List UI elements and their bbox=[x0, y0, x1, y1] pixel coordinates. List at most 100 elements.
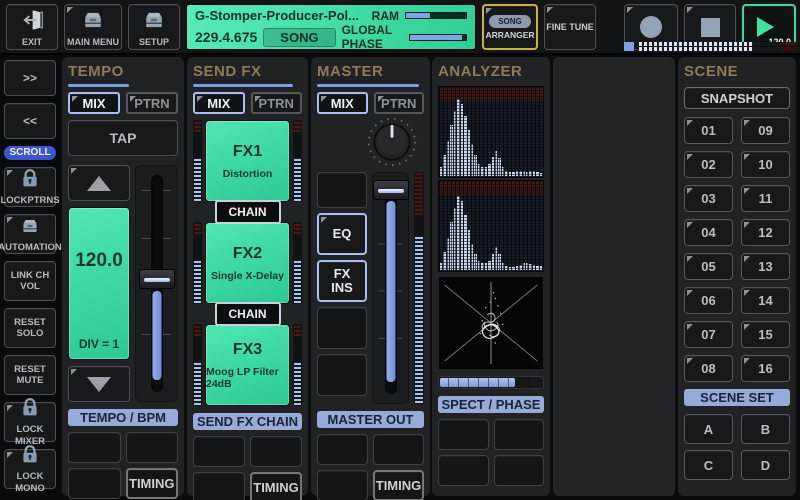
sendfx-timing-button[interactable]: TIMING bbox=[250, 472, 302, 500]
scene-button-14[interactable]: 14 bbox=[741, 287, 790, 314]
master-empty-slot[interactable] bbox=[317, 172, 367, 208]
song-progress-bar bbox=[624, 42, 796, 51]
fx-pad-fx2[interactable]: FX2Single X-Delay bbox=[205, 222, 290, 304]
fx-pad-fx3[interactable]: FX3Moog LP Filter 24dB bbox=[205, 324, 290, 406]
scene-button-13[interactable]: 13 bbox=[741, 253, 790, 280]
exit-button[interactable]: EXIT bbox=[6, 4, 58, 50]
stop-icon bbox=[701, 18, 720, 37]
scene-button-16[interactable]: 16 bbox=[741, 355, 790, 382]
scene-button-01[interactable]: 01 bbox=[684, 117, 733, 144]
ram-label: RAM bbox=[372, 9, 399, 23]
master-empty-slot[interactable] bbox=[317, 307, 367, 349]
sidebar-item-label: LOCK MONO bbox=[7, 471, 53, 494]
scene-button-07[interactable]: 07 bbox=[684, 321, 733, 348]
scene-set-button-d[interactable]: D bbox=[741, 450, 790, 480]
sidebar-item-lock-mono[interactable]: LOCK MONO bbox=[4, 449, 56, 489]
scene-button-15[interactable]: 15 bbox=[741, 321, 790, 348]
master-empty-slot[interactable] bbox=[317, 434, 368, 465]
scene-button-06[interactable]: 06 bbox=[684, 287, 733, 314]
master-tab-mix[interactable]: MIX bbox=[317, 92, 368, 114]
top-toolbar: EXIT MAIN MENU SETUP G-Stomper-Producer-… bbox=[0, 0, 800, 55]
setup-button[interactable]: SETUP bbox=[128, 4, 180, 50]
sidebar-item-lock-patterns[interactable]: LOCKPTRNS bbox=[4, 167, 56, 207]
sidebar-item-scroll-mode[interactable]: SCROLL bbox=[4, 146, 56, 160]
master-empty-slot[interactable] bbox=[317, 354, 367, 396]
master-timing-button[interactable]: TIMING bbox=[373, 470, 424, 500]
sidebar-item-reset-solo[interactable]: RESET SOLO bbox=[4, 308, 56, 348]
master-tab-ptrn[interactable]: PTRN bbox=[374, 92, 425, 114]
sendfx-title: SEND FX bbox=[193, 61, 302, 84]
master-empty-slot[interactable] bbox=[373, 434, 424, 465]
scene-set-button-c[interactable]: C bbox=[684, 450, 733, 480]
fx-level-meter bbox=[193, 324, 202, 406]
scene-button-02[interactable]: 02 bbox=[684, 151, 733, 178]
tempo-tab-ptrn[interactable]: PTRN bbox=[126, 92, 178, 114]
master-fader-handle[interactable] bbox=[373, 180, 409, 200]
sidebar-item-link-ch-vol[interactable]: LINK CH VOL bbox=[4, 261, 56, 301]
master-volume-fader[interactable] bbox=[372, 172, 409, 404]
master-fx-ins-button[interactable]: FX INS bbox=[317, 260, 367, 302]
scene-footer-label: SCENE SET bbox=[684, 389, 790, 406]
scene-button-09[interactable]: 09 bbox=[741, 117, 790, 144]
analyzer-empty-slot[interactable] bbox=[438, 455, 489, 486]
analyzer-balance-slider[interactable] bbox=[438, 376, 544, 389]
scene-button-05[interactable]: 05 bbox=[684, 253, 733, 280]
play-icon bbox=[757, 17, 774, 37]
tempo-increment-button[interactable] bbox=[68, 165, 130, 201]
main-menu-button[interactable]: MAIN MENU bbox=[64, 4, 122, 50]
tempo-empty-slot[interactable] bbox=[68, 432, 121, 463]
sidebar-item-automation[interactable]: AUTOMATION bbox=[4, 214, 56, 254]
lock-icon bbox=[19, 444, 41, 469]
analyzer-empty-slot[interactable] bbox=[438, 419, 489, 450]
sendfx-tab-mix[interactable]: MIX bbox=[193, 92, 245, 114]
snapshot-button[interactable]: SNAPSHOT bbox=[684, 87, 790, 109]
song-arranger-toggle[interactable]: SONG ARRANGER bbox=[482, 4, 538, 50]
tap-button[interactable]: TAP bbox=[68, 120, 178, 156]
lcd-song-button[interactable]: SONG bbox=[263, 28, 335, 47]
scene-button-08[interactable]: 08 bbox=[684, 355, 733, 382]
master-section: MASTER MIX PTRN EQ FX INS bbox=[311, 57, 430, 496]
fx-pad-fx1[interactable]: FX1Distortion bbox=[205, 120, 290, 202]
master-eq-button[interactable]: EQ bbox=[317, 213, 367, 255]
mode-arranger-label: ARRANGER bbox=[485, 30, 534, 40]
exit-label: EXIT bbox=[22, 37, 42, 47]
exit-door-icon bbox=[16, 7, 48, 35]
tempo-fader[interactable] bbox=[135, 165, 178, 402]
scene-button-12[interactable]: 12 bbox=[741, 219, 790, 246]
song-position: 229.4.675 bbox=[195, 29, 257, 45]
scene-set-button-b[interactable]: B bbox=[741, 414, 790, 444]
tempo-tab-mix[interactable]: MIX bbox=[68, 92, 120, 114]
fx-chain-button-2[interactable]: CHAIN bbox=[215, 302, 281, 326]
sendfx-empty-slot[interactable] bbox=[250, 436, 302, 467]
tempo-decrement-button[interactable] bbox=[68, 366, 130, 402]
tempo-timing-button[interactable]: TIMING bbox=[126, 468, 179, 499]
sidebar-item-scroll-right[interactable]: >> bbox=[4, 60, 56, 96]
sidebar-item-lock-mixer[interactable]: LOCK MIXER bbox=[4, 402, 56, 442]
master-pan-knob[interactable] bbox=[366, 116, 418, 170]
scene-button-03[interactable]: 03 bbox=[684, 185, 733, 212]
sendfx-tab-ptrn[interactable]: PTRN bbox=[251, 92, 303, 114]
empty-panel bbox=[553, 57, 675, 496]
master-empty-slot[interactable] bbox=[317, 470, 368, 500]
analyzer-empty-slot[interactable] bbox=[494, 419, 545, 450]
fx-chain-button-1[interactable]: CHAIN bbox=[215, 200, 281, 224]
analyzer-section: ANALYZER SPECT / PHASE bbox=[432, 57, 550, 496]
tempo-empty-slot[interactable] bbox=[68, 468, 121, 499]
tempo-div-value: DIV = 1 bbox=[79, 337, 119, 351]
tempo-fader-handle[interactable] bbox=[139, 269, 175, 289]
sendfx-empty-slot[interactable] bbox=[193, 472, 245, 500]
tempo-empty-slot[interactable] bbox=[126, 432, 179, 463]
sidebar-item-label: AUTOMATION bbox=[0, 242, 62, 253]
fine-tune-button[interactable]: FINE TUNE bbox=[544, 4, 596, 50]
scene-button-04[interactable]: 04 bbox=[684, 219, 733, 246]
scene-button-11[interactable]: 11 bbox=[741, 185, 790, 212]
sidebar-item-scroll-left[interactable]: << bbox=[4, 103, 56, 139]
sendfx-empty-slot[interactable] bbox=[193, 436, 245, 467]
analyzer-empty-slot[interactable] bbox=[494, 455, 545, 486]
sidebar-item-reset-mute[interactable]: RESET MUTE bbox=[4, 355, 56, 395]
scene-set-button-a[interactable]: A bbox=[684, 414, 733, 444]
setup-label: SETUP bbox=[139, 37, 169, 47]
record-icon bbox=[640, 16, 662, 38]
lcd-song-title: G-Stomper-Producer-Pol... bbox=[195, 8, 366, 23]
scene-button-10[interactable]: 10 bbox=[741, 151, 790, 178]
